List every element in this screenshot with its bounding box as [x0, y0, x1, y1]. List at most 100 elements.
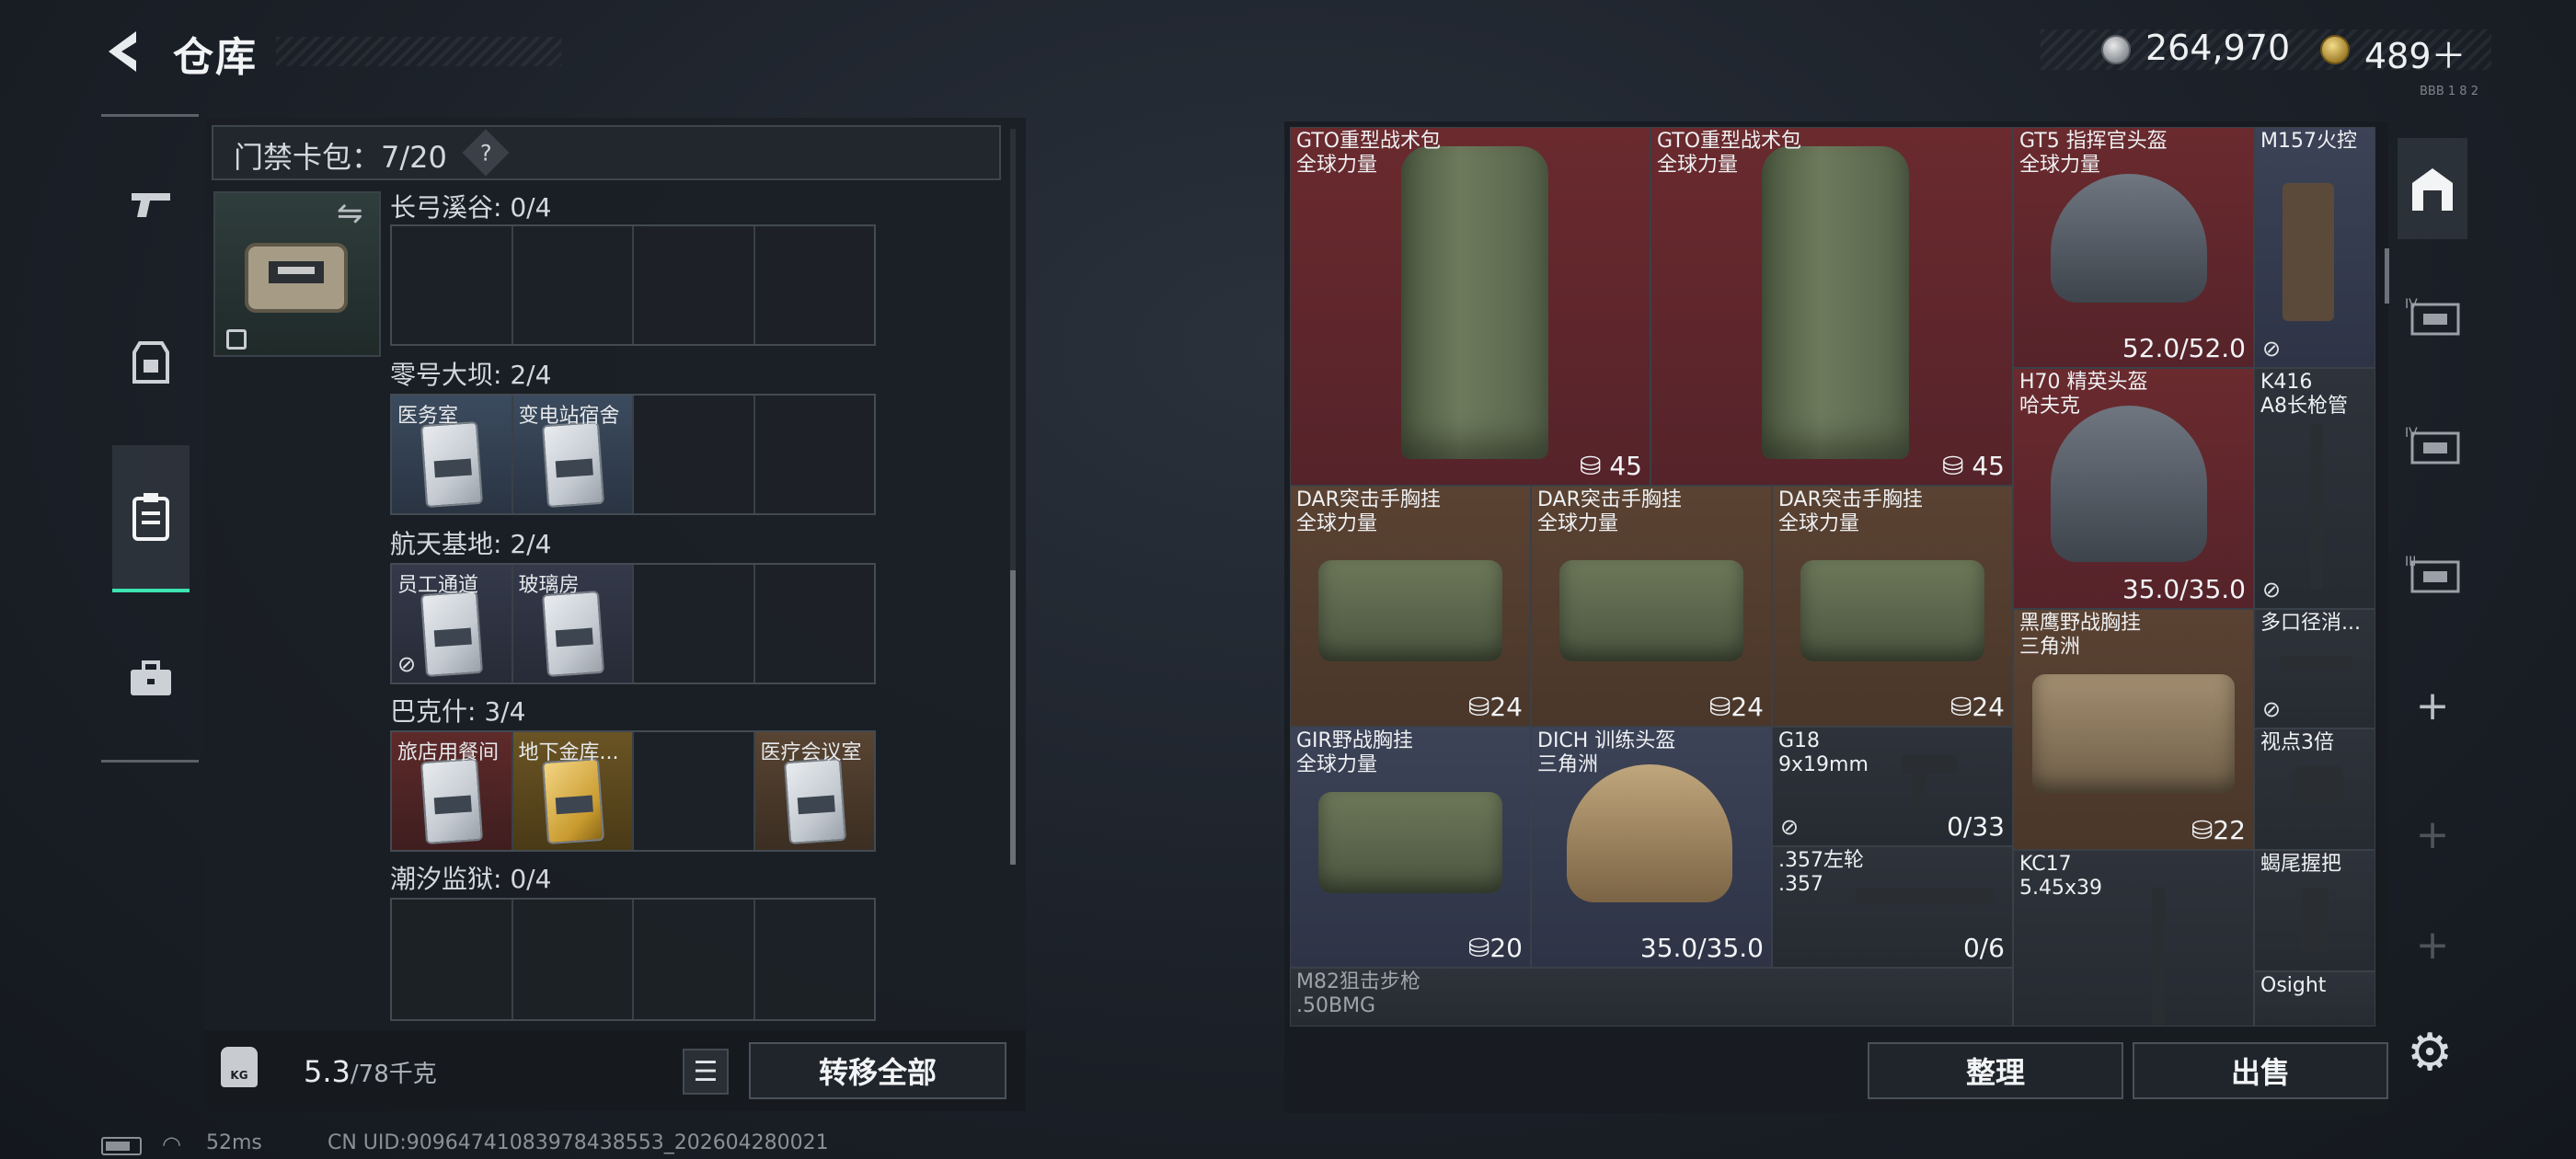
slot-icon: ⛁ [1949, 692, 1972, 722]
backpack-image [1762, 146, 1909, 459]
keycard-slot[interactable]: 玻璃房 [512, 565, 634, 683]
inventory-item[interactable]: 蝎尾握把 [2254, 850, 2375, 971]
inventory-scrollbar-thumb[interactable] [2385, 248, 2389, 304]
keycard-slot-empty[interactable] [754, 226, 874, 344]
item-name: DICH 训练头盔 三角洲 [1537, 729, 1676, 776]
slot-icon: ⛁ [1467, 692, 1490, 722]
keycard-slot-empty[interactable] [754, 900, 874, 1019]
transfer-all-button[interactable]: 转移全部 [749, 1042, 1006, 1099]
keycard-slot[interactable]: 医务室 [392, 396, 513, 513]
nav-item-keybag[interactable] [112, 445, 190, 592]
inventory-item[interactable]: GTO重型战术包 全球力量 ⛁ 45 [1290, 127, 1650, 486]
svg-text:III: III [2405, 555, 2416, 569]
list-view-button[interactable]: ☰ [683, 1049, 729, 1095]
keycard-slot-row: 旅店用餐间 地下金库... 医疗会议室 [390, 730, 876, 852]
small-code-text: BBB 1 8 2 [2420, 85, 2478, 98]
keycard-slot-empty[interactable] [634, 732, 755, 850]
keycard-label: 变电站宿舍 [518, 405, 620, 428]
keycard-slot[interactable]: 旅店用餐间 [392, 732, 513, 850]
add-storage-button[interactable]: + [2398, 784, 2467, 885]
inventory-item[interactable]: GT5 指挥官头盔 全球力量 52.0/52.0 [2013, 127, 2254, 368]
keycard-slot-empty[interactable] [512, 226, 634, 344]
side-tab-warehouse[interactable] [2398, 138, 2467, 239]
keycard-slot[interactable]: 医疗会议室 [754, 732, 874, 850]
add-storage-button[interactable]: + [2398, 912, 2467, 977]
inventory-grid: GTO重型战术包 全球力量 ⛁ 45 GTO重型战术包 全球力量 ⛁ 45 GT5 … [1290, 127, 2375, 1027]
item-durability: 52.0/52.0 [2122, 333, 2246, 363]
keycard-slot[interactable]: 员工通道 ⊘ [392, 565, 513, 683]
item-capacity: ⛁20 [1467, 933, 1523, 963]
inventory-item[interactable]: .357左轮 .357 0/6 [1772, 846, 2013, 968]
keycard-slot-row: 员工通道 ⊘ 玻璃房 [390, 563, 876, 684]
inventory-item[interactable]: DAR突击手胸挂 全球力量 ⛁24 [1772, 486, 2013, 727]
item-name: M82狙击步枪 .50BMG [1296, 970, 1420, 1017]
add-storage-button[interactable]: + [2398, 655, 2467, 756]
item-ammo: 0/33 [1947, 811, 2005, 842]
inventory-item[interactable]: GTO重型战术包 全球力量 ⛁ 45 [1650, 127, 2013, 486]
keycard-slot-empty[interactable] [512, 900, 634, 1019]
page-title: 仓库 [173, 34, 258, 81]
keycard-slot-empty[interactable] [634, 226, 755, 344]
inventory-item[interactable]: GIR野战胸挂 全球力量 ⛁20 [1290, 727, 1531, 968]
inventory-item[interactable]: M82狙击步枪 .50BMG [1290, 968, 2013, 1027]
inventory-item[interactable]: DAR突击手胸挂 全球力量 ⛁24 [1290, 486, 1531, 727]
inventory-item[interactable]: G18 9x19mm 0/33 ⊘ [1772, 727, 2013, 846]
inventory-item[interactable]: 视点3倍 [2254, 729, 2375, 850]
sort-button[interactable]: 整理 [1868, 1042, 2123, 1099]
weight-value: 5.3/78千克 [304, 1054, 437, 1089]
gear-icon[interactable]: ⚙ [2407, 1023, 2453, 1083]
inventory-item[interactable]: 黑鹰野战胸挂 三角洲 ⛁22 [2013, 609, 2254, 850]
keycard-slot[interactable]: 地下金库... [512, 732, 634, 850]
map-title: 零号大坝: 2/4 [390, 360, 552, 390]
keycard-label: 玻璃房 [518, 574, 580, 597]
inventory-item[interactable]: M157火控 ⊘ [2254, 127, 2375, 368]
inventory-item[interactable]: K416 A8长枪管 ⊘ [2254, 368, 2375, 609]
item-capacity: ⛁24 [1467, 692, 1523, 722]
keycard-icon [541, 420, 604, 509]
pistol-image [1902, 755, 1957, 774]
vest-icon [132, 341, 169, 384]
item-name: K416 A8长枪管 [2260, 371, 2349, 418]
pistol-icon [132, 193, 170, 217]
keycard-icon [541, 757, 604, 845]
inventory-item[interactable]: KC17 5.45x39 [2013, 850, 2254, 1027]
item-capacity: ⛁ 45 [1579, 451, 1642, 481]
nav-item-toolbox[interactable] [110, 638, 191, 719]
side-tab-storage-iv[interactable]: IV [2398, 396, 2467, 497]
barrel-image [2310, 424, 2323, 590]
sell-button[interactable]: 出售 [2133, 1042, 2388, 1099]
item-name: GT5 指挥官头盔 全球力量 [2019, 130, 2168, 177]
item-name: DAR突击手胸挂 全球力量 [1537, 488, 1682, 535]
unbound-icon: ⊘ [2262, 696, 2282, 722]
scrollbar-thumb[interactable] [1010, 570, 1016, 865]
slot-icon: ⛁ [1941, 451, 1964, 481]
keycard-slot-empty[interactable] [634, 396, 755, 513]
keycard-slot[interactable]: 变电站宿舍 [512, 396, 634, 513]
inventory-item[interactable]: Osight [2254, 971, 2375, 1027]
keycard-slot-empty[interactable] [754, 565, 874, 683]
keycard-slot-empty[interactable] [634, 900, 755, 1019]
suppressor-image [2279, 656, 2352, 671]
map-title: 航天基地: 2/4 [390, 529, 552, 559]
inventory-item[interactable]: DAR突击手胸挂 全球力量 ⛁24 [1531, 486, 1772, 727]
inventory-item[interactable]: DICH 训练头盔 三角洲 35.0/35.0 [1531, 727, 1772, 968]
nav-item-equipment[interactable] [110, 322, 191, 403]
keycard-label: 地下金库... [518, 741, 619, 764]
item-name: 多口径消... [2260, 612, 2361, 635]
grip-image [2301, 888, 2329, 952]
side-tab-storage-iv[interactable]: IV [2398, 267, 2467, 368]
keycard-slot-row: 医务室 变电站宿舍 [390, 394, 876, 515]
inventory-item[interactable]: 多口径消... ⊘ [2254, 609, 2375, 729]
keycard-slot-empty[interactable] [634, 565, 755, 683]
swap-icon[interactable]: ⇋ [337, 195, 363, 232]
gold-amount[interactable]: 489＋ [2364, 28, 2467, 78]
list-icon: ☰ [693, 1055, 719, 1088]
keycard-slot-empty[interactable] [392, 900, 513, 1019]
side-tab-storage-iii[interactable]: III [2398, 524, 2467, 625]
keycard-bag-icon [132, 493, 169, 541]
nav-item-weapon[interactable] [110, 164, 191, 245]
keycard-slot-empty[interactable] [754, 396, 874, 513]
keycard-slot-empty[interactable] [392, 226, 513, 344]
back-arrow-icon[interactable] [99, 28, 145, 75]
inventory-item[interactable]: H70 精英头盔 哈夫克 35.0/35.0 [2013, 368, 2254, 609]
